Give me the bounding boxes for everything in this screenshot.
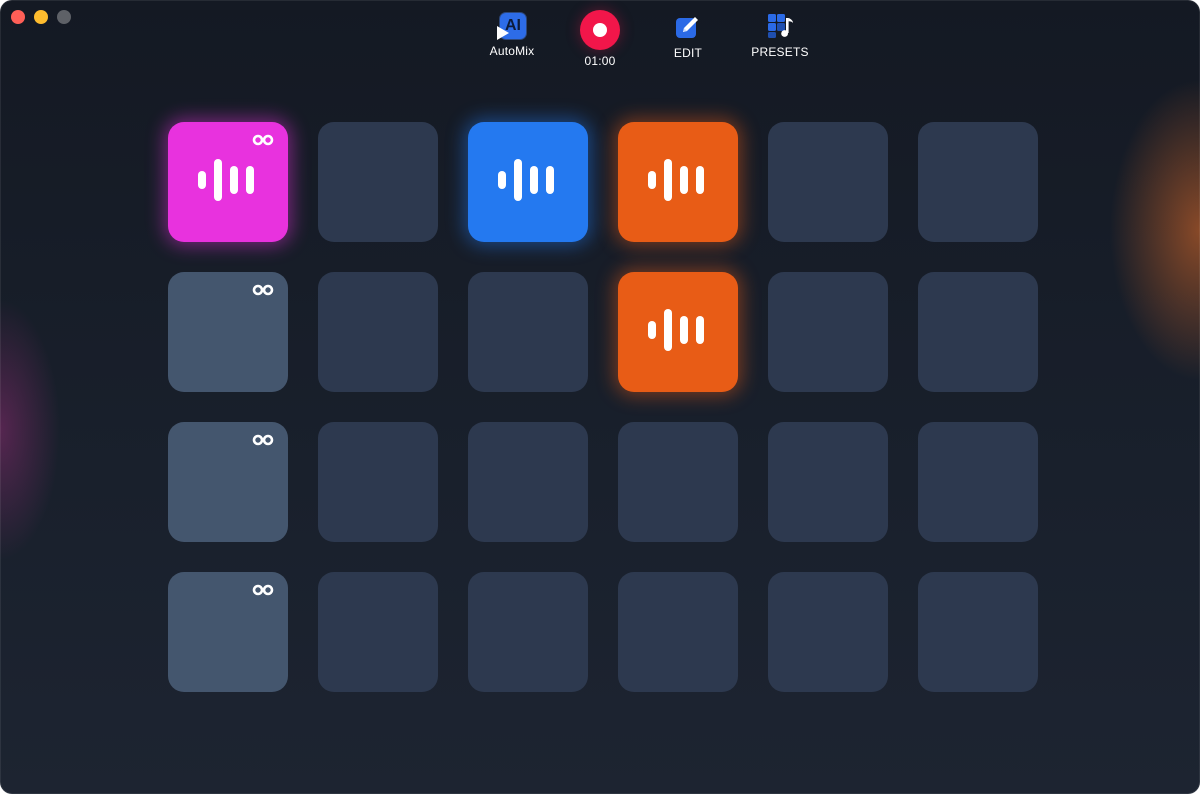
pad-r3-c3[interactable] [468, 422, 588, 542]
pad-r1-c4[interactable] [618, 122, 738, 242]
record-timer: 01:00 [584, 54, 616, 68]
play-icon [497, 26, 509, 40]
record-dot [593, 23, 607, 37]
app-window: AI AutoMix 01:00 EDIT PRESETS [0, 0, 1200, 794]
pad-r2-c4[interactable] [618, 272, 738, 392]
pad-r3-c2[interactable] [318, 422, 438, 542]
pad-r3-c5[interactable] [768, 422, 888, 542]
record-icon [580, 10, 620, 50]
edit-button[interactable]: EDIT [668, 12, 708, 60]
pad-r2-c3[interactable] [468, 272, 588, 392]
grid-music-note-icon [768, 14, 793, 38]
loop-infinity-icon [252, 584, 274, 596]
pad-r1-c6[interactable] [918, 122, 1038, 242]
loop-infinity-icon [252, 134, 274, 146]
automix-label: AutoMix [489, 44, 535, 58]
ai-play-icon: AI [497, 10, 527, 40]
pad-r1-c5[interactable] [768, 122, 888, 242]
waveform-icon [648, 309, 704, 351]
edit-label: EDIT [673, 46, 703, 60]
pad-r4-c5[interactable] [768, 572, 888, 692]
waveform-icon [648, 159, 704, 201]
presets-button[interactable]: PRESETS [748, 11, 812, 59]
pad-r3-c4[interactable] [618, 422, 738, 542]
pad-r1-c2[interactable] [318, 122, 438, 242]
pad-r1-c3[interactable] [468, 122, 588, 242]
close-window-button[interactable] [11, 10, 25, 24]
pad-r2-c5[interactable] [768, 272, 888, 392]
waveform-icon [498, 159, 554, 201]
loop-infinity-icon [252, 434, 274, 446]
waveform-icon [198, 159, 254, 201]
pencil-square-icon [676, 17, 698, 38]
pad-r4-c3[interactable] [468, 572, 588, 692]
pad-r2-c2[interactable] [318, 272, 438, 392]
pad-r3-c6[interactable] [918, 422, 1038, 542]
pad-r4-c4[interactable] [618, 572, 738, 692]
pad-r4-c2[interactable] [318, 572, 438, 692]
loop-infinity-icon [252, 284, 274, 296]
pad-r3-c1[interactable] [168, 422, 288, 542]
pad-r2-c1[interactable] [168, 272, 288, 392]
pad-r1-c1[interactable] [168, 122, 288, 242]
minimize-window-button[interactable] [34, 10, 48, 24]
zoom-window-button[interactable] [57, 10, 71, 24]
presets-label: PRESETS [751, 45, 809, 59]
record-button[interactable]: 01:00 [575, 10, 625, 68]
pad-r4-c1[interactable] [168, 572, 288, 692]
automix-button[interactable]: AI AutoMix [486, 10, 538, 58]
pad-r2-c6[interactable] [918, 272, 1038, 392]
pad-r4-c6[interactable] [918, 572, 1038, 692]
